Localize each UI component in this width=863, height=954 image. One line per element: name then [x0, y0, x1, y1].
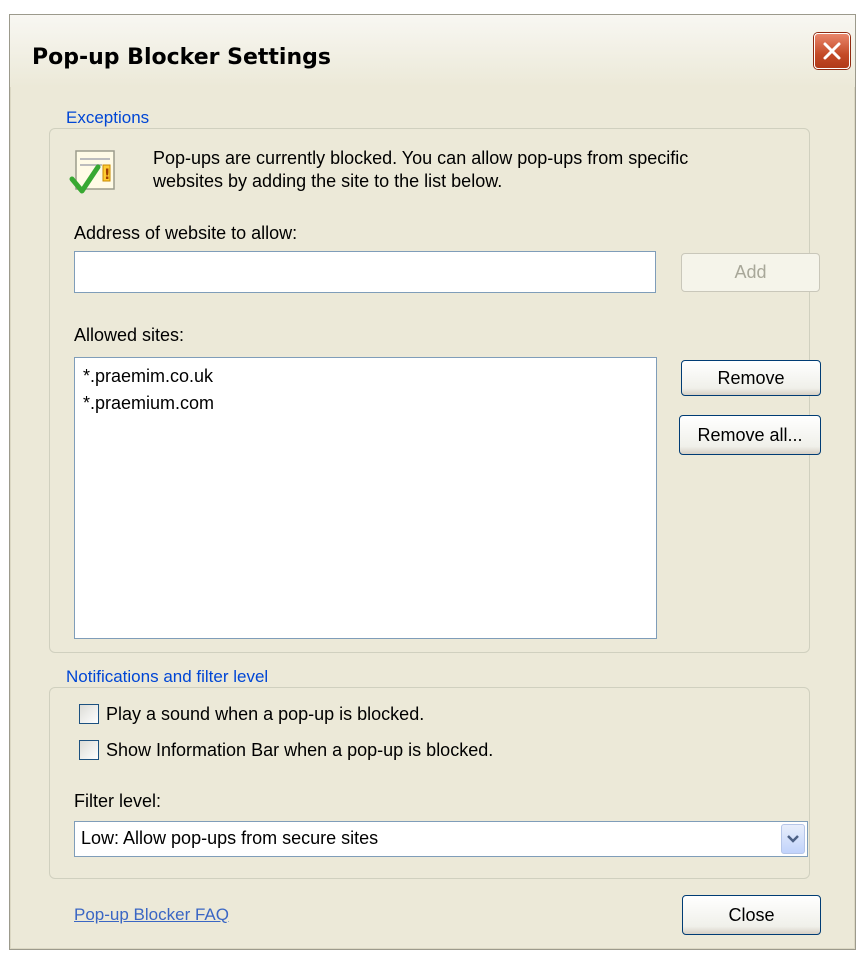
play-sound-label: Play a sound when a pop-up is blocked. — [106, 704, 425, 724]
info-bar-checkbox[interactable] — [79, 740, 99, 760]
address-input[interactable] — [74, 251, 656, 293]
close-x-icon[interactable] — [814, 33, 850, 69]
info-text-line1: Pop-ups are currently blocked. You can a… — [153, 148, 689, 168]
close-button[interactable]: Close — [682, 895, 821, 935]
faq-link[interactable]: Pop-up Blocker FAQ — [74, 905, 229, 925]
list-item[interactable]: *.praemium.com — [83, 393, 214, 414]
allowed-sites-list[interactable]: *.praemim.co.uk *.praemium.com — [74, 357, 657, 639]
play-sound-checkbox[interactable] — [79, 704, 99, 724]
dialog-title: Pop-up Blocker Settings — [32, 45, 331, 70]
address-label: Address of website to allow: — [74, 223, 298, 243]
list-item[interactable]: *.praemim.co.uk — [83, 366, 213, 387]
popup-allowed-icon: ! — [68, 145, 120, 197]
remove-all-button[interactable]: Remove all... — [679, 415, 821, 455]
filter-level-label: Filter level: — [74, 791, 162, 811]
info-text-line2: websites by adding the site to the list … — [153, 171, 503, 191]
allowed-sites-label: Allowed sites: — [74, 325, 185, 345]
info-bar-label: Show Information Bar when a pop-up is bl… — [106, 740, 494, 760]
popup-blocker-dialog: Pop-up Blocker Settings Exceptions ! Pop… — [9, 14, 856, 950]
chevron-down-icon[interactable] — [781, 824, 805, 854]
filter-level-value: Low: Allow pop-ups from secure sites — [81, 828, 379, 848]
notifications-legend: Notifications and filter level — [63, 667, 272, 687]
add-button[interactable]: Add — [681, 253, 820, 292]
title-bar: Pop-up Blocker Settings — [10, 15, 855, 87]
filter-level-select[interactable]: Low: Allow pop-ups from secure sites — [74, 821, 808, 857]
remove-button[interactable]: Remove — [681, 360, 821, 396]
svg-text:!: ! — [104, 167, 110, 183]
exceptions-legend: Exceptions — [63, 108, 153, 128]
